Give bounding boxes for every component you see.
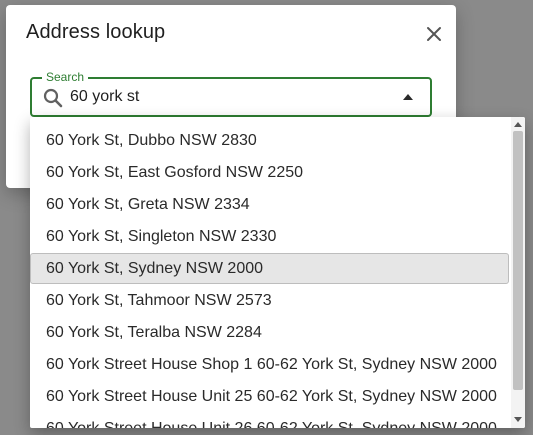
search-icon (43, 88, 63, 108)
list-item[interactable]: 60 York St, Singleton NSW 2330 (30, 221, 509, 252)
caret-up-icon (403, 94, 413, 100)
scroll-up-arrow[interactable] (511, 118, 525, 130)
search-input[interactable] (70, 85, 370, 109)
list-item[interactable]: 60 York St, East Gosford NSW 2250 (30, 157, 509, 188)
dialog-title: Address lookup (26, 21, 166, 43)
list-item[interactable]: 60 York St, Tahmoor NSW 2573 (30, 285, 509, 316)
scrollbar[interactable] (511, 117, 525, 428)
scroll-down-icon (514, 417, 522, 422)
scrollbar-thumb[interactable] (513, 131, 523, 390)
list-item-selected[interactable]: 60 York St, Sydney NSW 2000 (30, 253, 509, 284)
list-item[interactable]: 60 York Street House Unit 26 60-62 York … (30, 413, 509, 428)
list-item[interactable]: 60 York St, Greta NSW 2334 (30, 189, 509, 220)
search-field[interactable]: Search (30, 70, 432, 117)
list-item[interactable]: 60 York St, Teralba NSW 2284 (30, 317, 509, 348)
scroll-down-arrow[interactable] (511, 414, 525, 426)
list-item[interactable]: 60 York St, Dubbo NSW 2830 (30, 125, 509, 156)
list-item[interactable]: 60 York Street House Shop 1 60-62 York S… (30, 349, 509, 380)
dropdown-toggle-button[interactable] (396, 87, 420, 107)
address-results-listbox[interactable]: 60 York St, Dubbo NSW 2830 60 York St, E… (30, 117, 525, 428)
search-label: Search (42, 70, 89, 84)
list-item[interactable]: 60 York Street House Unit 25 60-62 York … (30, 381, 509, 412)
scroll-up-icon (514, 122, 522, 127)
close-icon (427, 27, 441, 41)
close-button[interactable] (421, 21, 447, 47)
